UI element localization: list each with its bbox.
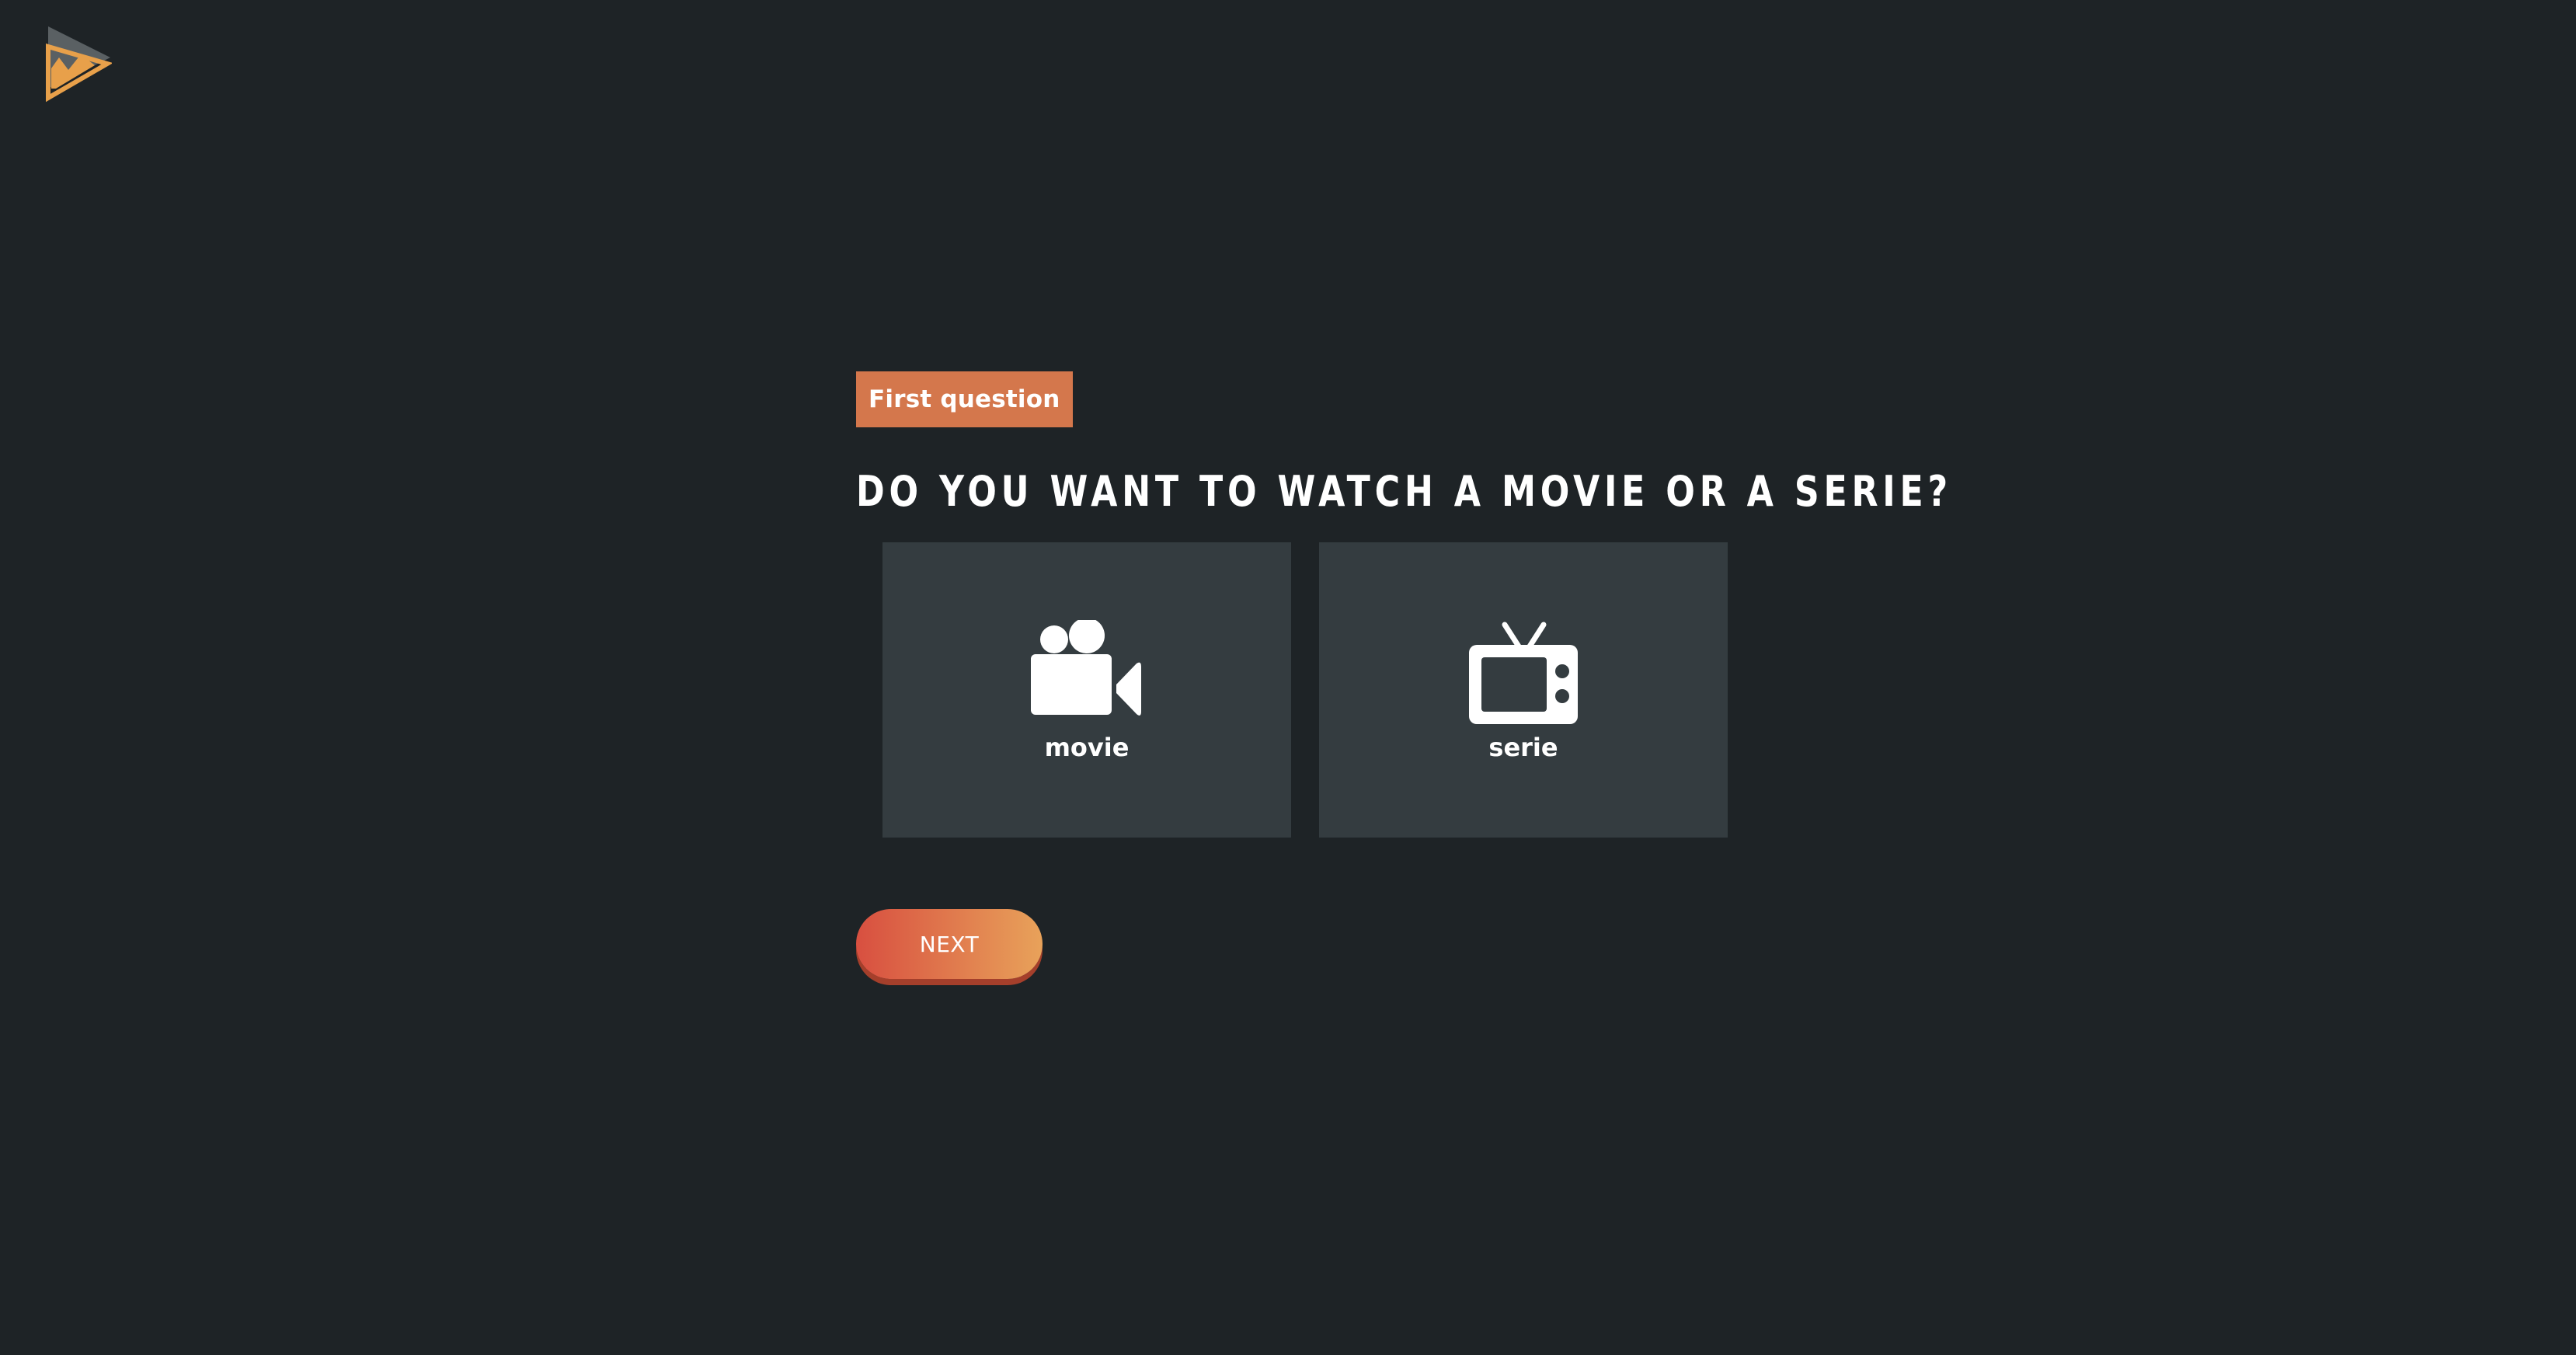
question-header: First question DO YOU WANT TO WATCH A MO… [856, 371, 1952, 519]
question-title: DO YOU WANT TO WATCH A MOVIE OR A SERIE? [856, 467, 1952, 516]
movie-camera-icon [1031, 620, 1143, 726]
option-serie[interactable]: serie [1319, 542, 1728, 838]
tv-icon [1467, 620, 1579, 726]
next-button[interactable]: NEXT [856, 909, 1043, 979]
play-logo-icon[interactable] [45, 23, 112, 104]
option-movie[interactable]: movie [882, 542, 1291, 838]
option-movie-label: movie [1044, 733, 1130, 762]
page: First question DO YOU WANT TO WATCH A MO… [0, 0, 2576, 1355]
question-badge: First question [856, 371, 1073, 427]
option-serie-label: serie [1488, 733, 1558, 762]
